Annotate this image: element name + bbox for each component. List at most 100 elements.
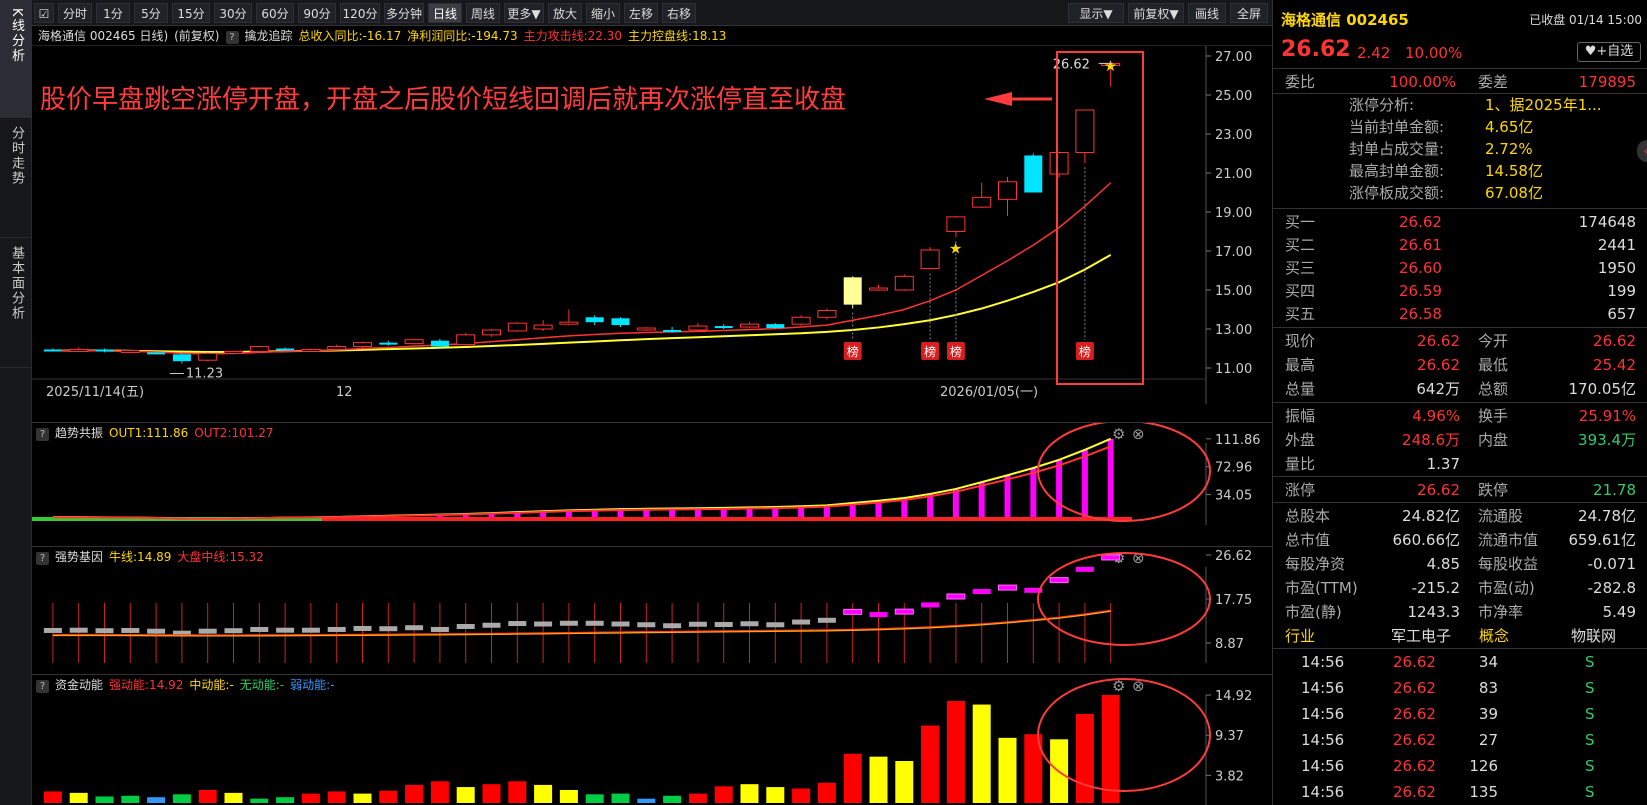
- toolbar-btn-3[interactable]: 15分: [172, 3, 210, 23]
- resonance-bar: [1081, 449, 1088, 519]
- checkbox-icon[interactable]: ☑: [34, 3, 54, 23]
- tick-time: 14:56: [1301, 705, 1345, 723]
- toolbar-btn-4[interactable]: 30分: [214, 3, 252, 23]
- toolbar-right-btn-1[interactable]: 前复权▼: [1128, 3, 1184, 23]
- candle-body-up: [533, 324, 553, 330]
- help-icon[interactable]: ?: [36, 428, 49, 441]
- strong-gene-panel[interactable]: 26.6217.758.87⚙⊗ ?强势基因牛线:14.89大盘中线:15.32: [32, 546, 1272, 663]
- momentum-bar: [534, 784, 553, 803]
- buy-price: 26.62: [1399, 213, 1442, 231]
- kline-svg[interactable]: 27.00 25.00 23.00 21.00 19.00 17.00 15.00 13.00…: [32, 26, 1272, 422]
- gene-bar: [482, 622, 501, 628]
- add-watch-button[interactable]: ♥+自选: [1577, 42, 1641, 62]
- y-tick-label: 14.92: [1215, 689, 1252, 704]
- buy-price: 26.61: [1399, 236, 1442, 254]
- help-icon[interactable]: ?: [36, 680, 49, 693]
- toolbar-btn-12[interactable]: 放大: [548, 3, 582, 23]
- quote-value: 248.6万: [1402, 431, 1460, 449]
- momentum-bar: [895, 761, 914, 803]
- y-tick-label: 19.00: [1215, 206, 1252, 221]
- indicator-name[interactable]: 擒龙追踪: [245, 29, 293, 43]
- buy-volume: 2441: [1597, 236, 1636, 254]
- candle-body-up: [869, 287, 888, 291]
- help-icon[interactable]: ?: [225, 31, 239, 44]
- candle-body-down: [1024, 155, 1043, 193]
- buy-label: 买四: [1285, 282, 1316, 300]
- kline-chart[interactable]: 27.00 25.00 23.00 21.00 19.00 17.00 15.00 13.00…: [32, 26, 1272, 422]
- y-tick-label: 25.00: [1215, 89, 1252, 104]
- tick-price: 26.62: [1393, 705, 1436, 723]
- momentum-bar: [250, 798, 269, 803]
- capital-momentum-panel[interactable]: 14.92 9.37 3.82 ⚙ ⊗ ? 资金动能 强动能:14.92 中动能:- 无动能:-…: [32, 674, 1272, 805]
- momentum-bar: [69, 792, 88, 803]
- toolbar-btn-5[interactable]: 60分: [256, 3, 294, 23]
- toolbar-btn-14[interactable]: 左移: [624, 3, 658, 23]
- y-tick-label: 111.86: [1215, 433, 1261, 448]
- quote-label: 最高: [1285, 356, 1316, 374]
- trend-resonance-panel[interactable]: 111.86 72.96 34.05 ⚙ ⊗ ? 趋势共振 OUT1:111.86 OUT2:…: [32, 422, 1272, 525]
- quote-label: 最低: [1478, 356, 1509, 374]
- gene-bar: [250, 626, 269, 632]
- resonance-bar: [978, 482, 985, 519]
- momentum-bar: [559, 789, 578, 803]
- toolbar-btn-13[interactable]: 缩小: [586, 3, 620, 23]
- fin-label: 市盈(静): [1285, 603, 1342, 621]
- fin-row: 总市值 660.66亿 流通市值 659.61亿: [1273, 528, 1647, 552]
- momentum-bar: [147, 797, 166, 803]
- candle-body-up: [224, 350, 243, 354]
- tick-price: 26.62: [1393, 679, 1436, 697]
- gene-bar: [921, 602, 940, 608]
- momentum-bar: [946, 700, 965, 803]
- chart-info-bar: 海格通信 002465 日线) (前复权)? 擒龙追踪 总收入同比:-16.17 净利润…: [32, 26, 1272, 46]
- momentum-bar: [766, 787, 785, 803]
- toolbar-btn-8[interactable]: 多分钟: [384, 3, 424, 23]
- toolbar-btn-2[interactable]: 5分: [134, 3, 168, 23]
- gene-bar: [456, 623, 475, 629]
- tick-row: 14:56 26.62 135 S: [1273, 780, 1647, 805]
- limit-price-row: 涨停 26.62 跌停 21.78: [1273, 478, 1647, 502]
- gene-bar: [740, 621, 759, 627]
- toolbar-btn-9[interactable]: 日线: [428, 3, 462, 23]
- toolbar-btn-15[interactable]: 右移: [662, 3, 696, 23]
- toolbar-btn-7[interactable]: 120分: [340, 3, 380, 23]
- fin-label: 每股收益: [1478, 555, 1539, 573]
- help-icon[interactable]: ?: [36, 552, 49, 565]
- toolbar-btn-10[interactable]: 周线: [466, 3, 500, 23]
- trend-resonance-header: ? 趋势共振 OUT1:111.86 OUT2:101.27: [32, 423, 279, 443]
- gene-bar: [508, 621, 527, 627]
- divider: [1273, 402, 1647, 403]
- toolbar-right-btn-3[interactable]: 全屏: [1230, 3, 1268, 23]
- gene-bar: [95, 628, 114, 634]
- momentum-bar: [430, 781, 449, 803]
- industry-cell: 军工电子: [1391, 627, 1452, 645]
- toolbar-right-btn-0[interactable]: 显示▼: [1068, 3, 1124, 23]
- quote-value: 4.96%: [1412, 407, 1460, 425]
- resonance-bar: [927, 493, 934, 519]
- momentum-bar: [121, 795, 140, 803]
- strong-gene-header: ? 强势基因 牛线:14.89 大盘中线:15.32: [32, 547, 270, 567]
- toolbar-btn-0[interactable]: 分时: [58, 3, 92, 23]
- divider: [1273, 502, 1647, 503]
- sub3-strong: 强动能:14.92: [109, 678, 184, 692]
- vtab-label: 基本面分析: [9, 246, 24, 321]
- vtab-0[interactable]: K线分析: [0, 0, 32, 118]
- fin-value: 4.85: [1426, 555, 1460, 573]
- divider: [1273, 476, 1647, 477]
- toolbar-btn-6[interactable]: 90分: [298, 3, 336, 23]
- gene-bar: [327, 626, 346, 632]
- fin-row: 市盈(TTM) -215.2 市盈(动) -282.8: [1273, 576, 1647, 600]
- vtab-1[interactable]: 分时走势: [0, 118, 32, 238]
- tick-volume: 39: [1478, 705, 1498, 723]
- momentum-bar: [921, 725, 940, 803]
- vtab-2[interactable]: 基本面分析: [0, 238, 32, 368]
- fin-label: 每股净资: [1285, 555, 1346, 573]
- y-tick-label: 26.62: [1215, 549, 1252, 564]
- toolbar-right-btn-2[interactable]: 画线: [1188, 3, 1226, 23]
- toolbar-btn-1[interactable]: 1分: [96, 3, 130, 23]
- candle-body-down: [714, 326, 733, 329]
- resonance-bar: [1056, 459, 1063, 519]
- y-tick-label: 15.00: [1215, 284, 1252, 299]
- toolbar-btn-11[interactable]: 更多▼: [504, 3, 544, 23]
- gene-bar: [946, 593, 966, 600]
- limit-label: 最高封单金额:: [1349, 162, 1445, 180]
